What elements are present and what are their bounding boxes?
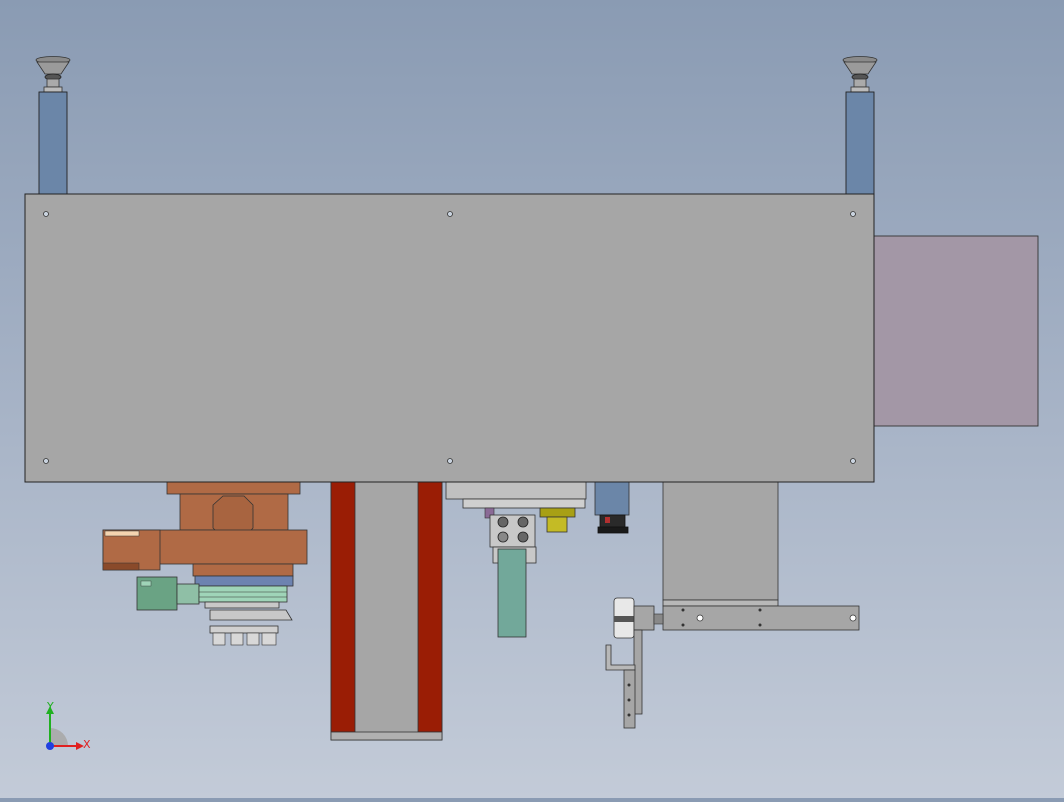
sensor-cylinder[interactable] (594, 481, 630, 534)
red-rail-column[interactable] (330, 481, 443, 741)
coordinate-triad: Y X (46, 700, 91, 751)
cad-model-view: Y X (24, 56, 1039, 751)
side-enclosure[interactable] (873, 235, 1039, 427)
main-frame-panel[interactable] (24, 193, 875, 483)
cad-viewport[interactable]: Y X (0, 0, 1064, 798)
right-bracket-assembly[interactable] (662, 481, 860, 631)
copper-gear-assembly[interactable] (102, 481, 308, 587)
green-motor[interactable] (136, 576, 293, 646)
x-axis-label: X (83, 738, 91, 751)
leveling-foot-right[interactable] (842, 56, 878, 195)
pulley-arm[interactable] (605, 597, 664, 729)
leveling-foot-left[interactable] (35, 56, 71, 195)
y-axis-label: Y (46, 700, 54, 713)
gripper-unit[interactable] (445, 481, 587, 638)
